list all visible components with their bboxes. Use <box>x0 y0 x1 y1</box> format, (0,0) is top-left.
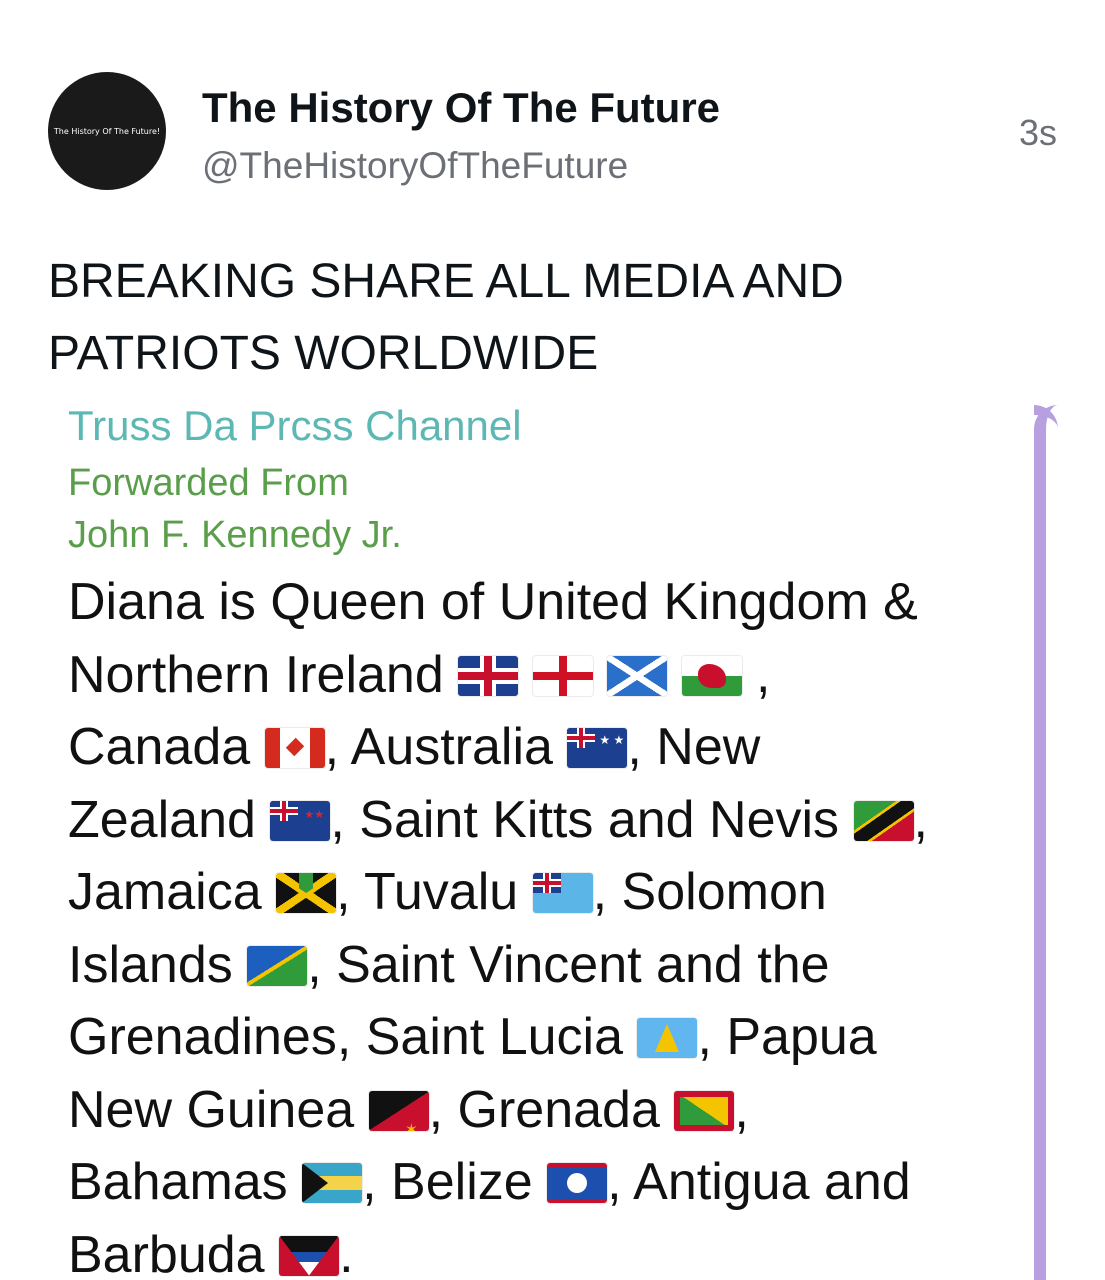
forwarded-label: Forwarded From <box>68 462 349 504</box>
message-text: , New <box>627 718 761 776</box>
flag-bahamas-icon <box>302 1163 363 1203</box>
flag-belize-icon <box>547 1163 608 1203</box>
post-card: The History Of The Future! The History O… <box>0 0 1105 1280</box>
flag-solomon-islands-icon <box>247 945 308 986</box>
forwarded-message: Diana is Queen of United Kingdom & North… <box>68 566 1028 1280</box>
message-line: Canada , Australia , New <box>68 711 1028 784</box>
message-text: , Papua <box>697 1008 877 1066</box>
message-text: , <box>756 645 771 704</box>
message-text: , Antigua and <box>607 1153 911 1211</box>
author-handle[interactable]: @TheHistoryOfTheFuture <box>202 145 628 187</box>
flag-new-zealand-icon <box>270 800 331 841</box>
flag-saint-lucia-icon <box>637 1018 698 1058</box>
flag-tuvalu-icon <box>532 873 593 913</box>
flag-wales-icon <box>681 655 742 696</box>
message-text: Jamaica <box>68 863 262 921</box>
message-line: Bahamas , Belize , Antigua and <box>68 1146 1028 1219</box>
message-text: Zealand <box>68 790 256 849</box>
message-text: , Grenada <box>428 1080 660 1139</box>
message-text: , Solomon <box>592 863 827 921</box>
flag-australia-icon <box>567 728 628 768</box>
timestamp: 3s <box>1018 112 1057 153</box>
flag-papua-new-guinea-icon <box>368 1090 429 1131</box>
post-text-line: PATRIOTS WORLDWIDE <box>48 327 599 380</box>
forward-accent-bar <box>1034 405 1058 1280</box>
message-text: , Saint Vincent and the <box>307 935 830 994</box>
post-text: BREAKING SHARE ALL MEDIA AND PATRIOTS WO… <box>48 246 1048 390</box>
flag-saint-kitts-icon <box>853 800 914 841</box>
flag-england-icon <box>532 655 593 696</box>
message-line: Jamaica , Tuvalu , Solomon <box>68 856 1028 929</box>
message-text: . <box>339 1225 354 1280</box>
message-line: Northern Ireland , <box>68 639 1028 712</box>
message-text: Islands <box>68 935 233 994</box>
message-text: , <box>734 1080 749 1139</box>
message-text: , Belize <box>362 1153 533 1211</box>
forward-channel-name[interactable]: Truss Da Prcss Channel <box>68 402 522 450</box>
flag-canada-icon <box>264 728 325 768</box>
message-text: Barbuda <box>68 1225 265 1280</box>
flag-uk-icon <box>458 655 519 696</box>
message-line: Diana is Queen of United Kingdom & <box>68 566 1028 639</box>
flag-jamaica-icon <box>276 873 337 913</box>
message-text: , <box>913 790 928 849</box>
message-text: New Guinea <box>68 1080 355 1139</box>
avatar-text: The History Of The Future! <box>53 126 161 136</box>
flag-antigua-icon <box>279 1235 340 1276</box>
author-name[interactable]: The History Of The Future <box>202 84 720 132</box>
message-line: Grenadines, Saint Lucia , Papua <box>68 1001 1028 1074</box>
post-text-line: BREAKING SHARE ALL MEDIA AND <box>48 255 844 308</box>
message-text: Canada <box>68 718 251 776</box>
message-line: Islands , Saint Vincent and the <box>68 929 1028 1002</box>
message-text: , Australia <box>324 718 553 776</box>
message-text: Bahamas <box>68 1153 288 1211</box>
flag-grenada-icon <box>674 1090 735 1131</box>
message-text: Grenadines, Saint Lucia <box>68 1008 624 1066</box>
flag-scotland-icon <box>607 655 668 696</box>
forwarded-from-name[interactable]: John F. Kennedy Jr. <box>68 514 402 557</box>
message-line: Zealand , Saint Kitts and Nevis , <box>68 784 1028 857</box>
message-text: , Tuvalu <box>336 863 519 921</box>
message-text: Diana is Queen of United Kingdom & <box>68 573 918 631</box>
message-text: , Saint Kitts and Nevis <box>330 790 840 849</box>
avatar[interactable]: The History Of The Future! <box>48 72 166 190</box>
message-line: Barbuda . <box>68 1219 1028 1280</box>
message-line: New Guinea , Grenada , <box>68 1074 1028 1147</box>
message-text: Northern Ireland <box>68 645 444 704</box>
